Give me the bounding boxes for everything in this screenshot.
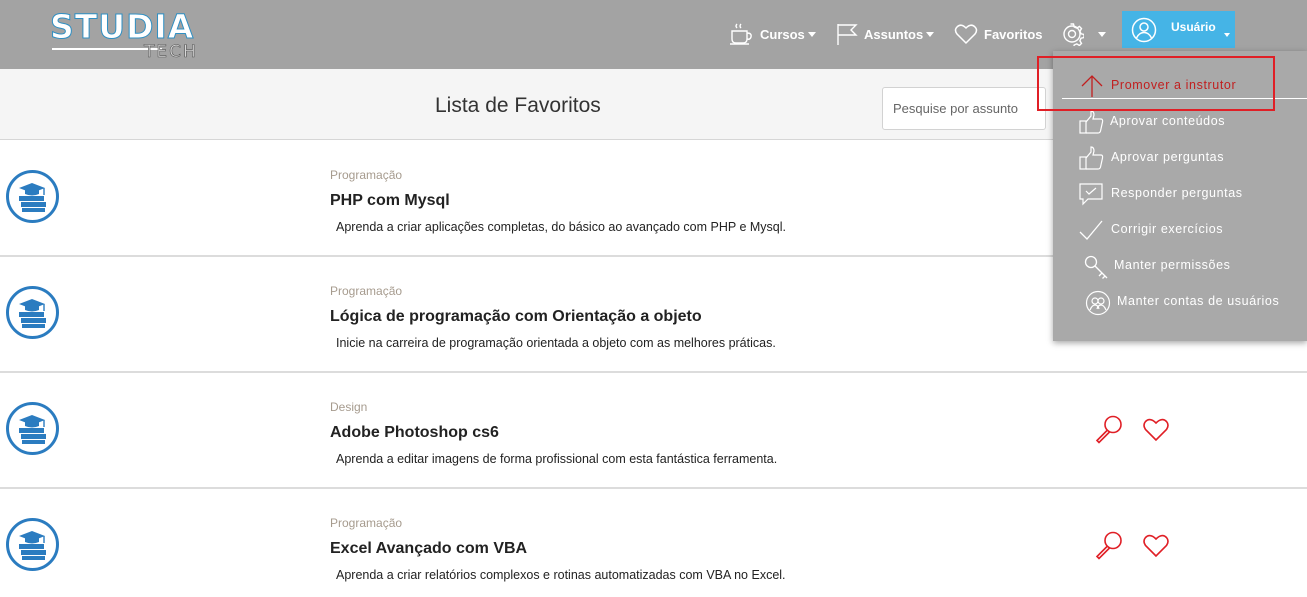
chevron-down-icon: [1098, 32, 1106, 37]
gear-icon: [1063, 23, 1084, 46]
menu-item-promover-instrutor[interactable]: Promover a instrutor: [1053, 70, 1307, 100]
nav-assuntos-menu[interactable]: Assuntos: [836, 20, 935, 48]
menu-item-label: Manter permissões: [1114, 258, 1231, 272]
course-actions: [1094, 530, 1170, 560]
arrow-up-icon: [1081, 75, 1103, 97]
course-actions: [1094, 414, 1170, 444]
heart-icon[interactable]: [1142, 417, 1170, 442]
key-icon: [1084, 255, 1108, 279]
menu-item-corrigir-exercicios[interactable]: Corrigir exercícios: [1053, 214, 1307, 244]
course-title[interactable]: Excel Avançado com VBA: [330, 540, 527, 558]
nav-cursos-menu[interactable]: Cursos: [729, 20, 816, 48]
course-category: Design: [330, 400, 368, 414]
logo-sub-text: TECH: [144, 42, 198, 62]
nav-cursos-label: Cursos: [760, 26, 805, 42]
menu-item-label: Aprovar conteúdos: [1110, 114, 1226, 128]
heart-icon[interactable]: [1142, 533, 1170, 558]
flag-icon: [837, 24, 858, 45]
menu-item-manter-permissoes[interactable]: Manter permissões: [1053, 250, 1307, 280]
chevron-down-icon: [807, 32, 816, 37]
thumbs-up-icon: [1079, 146, 1104, 170]
menu-item-label: Promover a instrutor: [1111, 78, 1237, 92]
menu-item-label: Responder perguntas: [1111, 186, 1243, 200]
thumbs-up-icon: [1079, 110, 1104, 134]
user-menu-label: Usuário: [1171, 19, 1216, 34]
course-description: Aprenda a criar relatórios complexos e r…: [336, 568, 786, 582]
check-icon: [1079, 220, 1103, 240]
menu-item-label: Manter contas de usuários: [1117, 294, 1280, 308]
menu-item-aprovar-conteudos[interactable]: Aprovar conteúdos: [1053, 106, 1307, 136]
user-menu-button[interactable]: Usuário: [1122, 11, 1235, 48]
menu-item-manter-contas[interactable]: Manter contas de usuários: [1053, 286, 1307, 316]
course-title[interactable]: PHP com Mysql: [330, 192, 450, 210]
menu-divider: [1062, 98, 1307, 99]
graduation-books-icon: [6, 170, 59, 223]
course-description: Aprenda a editar imagens de forma profis…: [336, 452, 778, 466]
logo-main-text: STUDIA: [49, 7, 195, 46]
course-row: Design Adobe Photoshop cs6 Aprenda a edi…: [0, 373, 1307, 489]
user-dropdown-menu: Promover a instrutor Aprovar conteúdos A…: [1053, 51, 1307, 341]
menu-item-responder-perguntas[interactable]: Responder perguntas: [1053, 178, 1307, 208]
heart-icon: [954, 24, 978, 45]
menu-item-label: Aprovar perguntas: [1111, 150, 1225, 164]
chat-check-icon: [1079, 183, 1103, 206]
course-category: Programação: [330, 284, 403, 298]
menu-item-aprovar-perguntas[interactable]: Aprovar perguntas: [1053, 142, 1307, 172]
graduation-books-icon: [6, 402, 59, 455]
page-title: Lista de Favoritos: [435, 94, 601, 117]
nav-favoritos-label: Favoritos: [984, 26, 1043, 42]
menu-item-label: Corrigir exercícios: [1111, 222, 1224, 236]
course-description: Inicie na carreira de programação orient…: [336, 336, 776, 350]
user-avatar-icon: [1131, 17, 1157, 42]
course-title[interactable]: Lógica de programação com Orientação a o…: [330, 308, 702, 326]
course-row: Programação Excel Avançado com VBA Apren…: [0, 489, 1307, 597]
graduation-books-icon: [6, 518, 59, 571]
chevron-down-icon: [926, 32, 935, 37]
course-category: Programação: [330, 168, 403, 182]
chevron-down-icon: [1223, 32, 1230, 37]
course-title[interactable]: Adobe Photoshop cs6: [330, 424, 499, 442]
nav-assuntos-label: Assuntos: [864, 26, 924, 42]
settings-menu[interactable]: [1060, 20, 1106, 48]
search-icon[interactable]: [1094, 414, 1124, 444]
coffee-cup-icon: [730, 23, 752, 45]
graduation-books-icon: [6, 286, 59, 339]
search-icon[interactable]: [1094, 530, 1124, 560]
nav-favoritos-link[interactable]: Favoritos: [954, 20, 1043, 48]
brand-logo[interactable]: STUDIA TECH: [49, 7, 200, 62]
course-description: Aprenda a criar aplicações completas, do…: [336, 220, 787, 234]
users-icon: [1085, 290, 1111, 316]
search-input[interactable]: [882, 87, 1046, 130]
course-category: Programação: [330, 516, 403, 530]
